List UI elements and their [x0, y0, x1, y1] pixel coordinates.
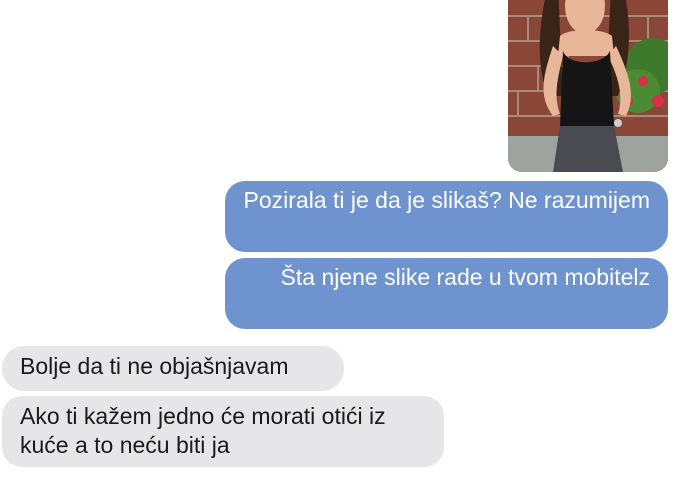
shared-photo[interactable]	[508, 0, 668, 172]
message-text: Šta njene slike rade u tvom mobitelz	[280, 264, 650, 290]
message-text: Pozirala ti je da je slikaš? Ne razumije…	[243, 187, 651, 213]
message-text: Bolje da ti ne objašnjavam	[20, 353, 289, 379]
message-text: Ako ti kažem jedno će morati otići iz ku…	[20, 403, 386, 458]
received-message-bubble[interactable]: Bolje da ti ne objašnjavam	[2, 346, 344, 391]
sent-message-bubble[interactable]: Šta njene slike rade u tvom mobitelz	[225, 258, 668, 329]
sent-message-bubble[interactable]: Pozirala ti je da je slikaš? Ne razumije…	[225, 181, 668, 252]
received-message-bubble[interactable]: Ako ti kažem jedno će morati otići iz ku…	[2, 396, 444, 467]
